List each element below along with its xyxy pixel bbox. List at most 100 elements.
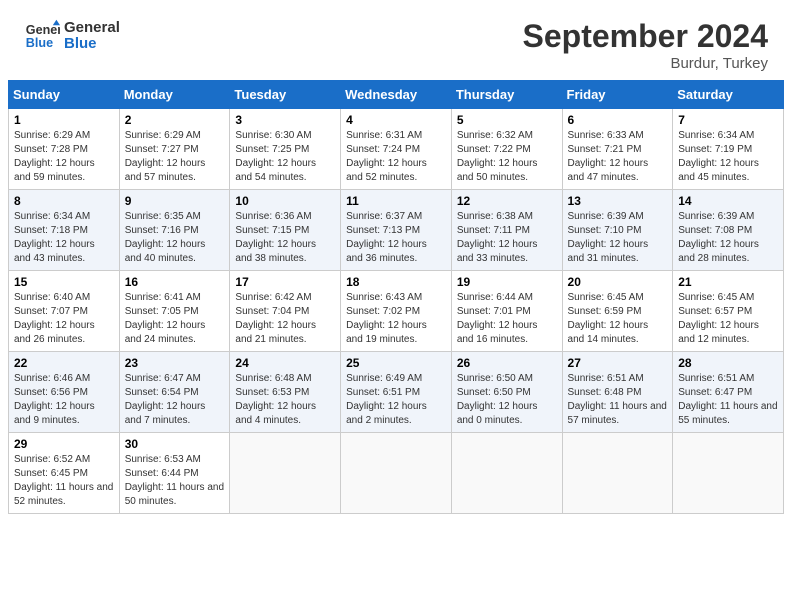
logo-blue: Blue — [64, 36, 120, 53]
day-number: 4 — [346, 113, 446, 127]
day-info: Sunrise: 6:47 AM Sunset: 6:54 PM Dayligh… — [125, 372, 225, 428]
col-sunday: Sunday — [9, 81, 120, 109]
day-info: Sunrise: 6:38 AM Sunset: 7:11 PM Dayligh… — [457, 210, 557, 266]
day-info: Sunrise: 6:36 AM Sunset: 7:15 PM Dayligh… — [235, 210, 335, 266]
col-saturday: Saturday — [673, 81, 784, 109]
day-info: Sunrise: 6:51 AM Sunset: 6:47 PM Dayligh… — [678, 372, 778, 428]
day-cell-2: 2 Sunrise: 6:29 AM Sunset: 7:27 PM Dayli… — [119, 109, 230, 190]
day-cell-21: 21 Sunrise: 6:45 AM Sunset: 6:57 PM Dayl… — [673, 271, 784, 352]
day-info: Sunrise: 6:42 AM Sunset: 7:04 PM Dayligh… — [235, 291, 335, 347]
day-number: 27 — [568, 356, 668, 370]
day-cell-13: 13 Sunrise: 6:39 AM Sunset: 7:10 PM Dayl… — [562, 190, 673, 271]
day-number: 28 — [678, 356, 778, 370]
logo-icon: General Blue — [24, 18, 60, 54]
day-number: 15 — [14, 275, 114, 289]
calendar-week-row: 22 Sunrise: 6:46 AM Sunset: 6:56 PM Dayl… — [9, 352, 784, 433]
day-info: Sunrise: 6:37 AM Sunset: 7:13 PM Dayligh… — [346, 210, 446, 266]
day-number: 17 — [235, 275, 335, 289]
day-info: Sunrise: 6:41 AM Sunset: 7:05 PM Dayligh… — [125, 291, 225, 347]
day-number: 16 — [125, 275, 225, 289]
calendar-week-row: 29 Sunrise: 6:52 AM Sunset: 6:45 PM Dayl… — [9, 433, 784, 514]
day-info: Sunrise: 6:51 AM Sunset: 6:48 PM Dayligh… — [568, 372, 668, 428]
day-number: 29 — [14, 437, 114, 451]
day-cell-5: 5 Sunrise: 6:32 AM Sunset: 7:22 PM Dayli… — [451, 109, 562, 190]
day-info: Sunrise: 6:52 AM Sunset: 6:45 PM Dayligh… — [14, 453, 114, 509]
col-wednesday: Wednesday — [341, 81, 452, 109]
day-number: 24 — [235, 356, 335, 370]
col-tuesday: Tuesday — [230, 81, 341, 109]
empty-cell — [562, 433, 673, 514]
day-info: Sunrise: 6:45 AM Sunset: 6:57 PM Dayligh… — [678, 291, 778, 347]
calendar-week-row: 15 Sunrise: 6:40 AM Sunset: 7:07 PM Dayl… — [9, 271, 784, 352]
day-number: 12 — [457, 194, 557, 208]
day-number: 9 — [125, 194, 225, 208]
day-info: Sunrise: 6:40 AM Sunset: 7:07 PM Dayligh… — [14, 291, 114, 347]
day-cell-27: 27 Sunrise: 6:51 AM Sunset: 6:48 PM Dayl… — [562, 352, 673, 433]
day-cell-22: 22 Sunrise: 6:46 AM Sunset: 6:56 PM Dayl… — [9, 352, 120, 433]
day-info: Sunrise: 6:39 AM Sunset: 7:08 PM Dayligh… — [678, 210, 778, 266]
day-cell-14: 14 Sunrise: 6:39 AM Sunset: 7:08 PM Dayl… — [673, 190, 784, 271]
day-number: 3 — [235, 113, 335, 127]
day-cell-6: 6 Sunrise: 6:33 AM Sunset: 7:21 PM Dayli… — [562, 109, 673, 190]
day-number: 5 — [457, 113, 557, 127]
calendar-header-row: Sunday Monday Tuesday Wednesday Thursday… — [9, 81, 784, 109]
day-info: Sunrise: 6:34 AM Sunset: 7:18 PM Dayligh… — [14, 210, 114, 266]
day-number: 18 — [346, 275, 446, 289]
day-number: 25 — [346, 356, 446, 370]
day-cell-11: 11 Sunrise: 6:37 AM Sunset: 7:13 PM Dayl… — [341, 190, 452, 271]
day-number: 19 — [457, 275, 557, 289]
day-cell-9: 9 Sunrise: 6:35 AM Sunset: 7:16 PM Dayli… — [119, 190, 230, 271]
empty-cell — [673, 433, 784, 514]
day-cell-28: 28 Sunrise: 6:51 AM Sunset: 6:47 PM Dayl… — [673, 352, 784, 433]
day-cell-15: 15 Sunrise: 6:40 AM Sunset: 7:07 PM Dayl… — [9, 271, 120, 352]
empty-cell — [451, 433, 562, 514]
day-number: 1 — [14, 113, 114, 127]
day-cell-30: 30 Sunrise: 6:53 AM Sunset: 6:44 PM Dayl… — [119, 433, 230, 514]
calendar-wrapper: Sunday Monday Tuesday Wednesday Thursday… — [0, 80, 792, 522]
day-cell-10: 10 Sunrise: 6:36 AM Sunset: 7:15 PM Dayl… — [230, 190, 341, 271]
day-info: Sunrise: 6:30 AM Sunset: 7:25 PM Dayligh… — [235, 129, 335, 185]
calendar: Sunday Monday Tuesday Wednesday Thursday… — [8, 80, 784, 514]
day-info: Sunrise: 6:46 AM Sunset: 6:56 PM Dayligh… — [14, 372, 114, 428]
day-cell-19: 19 Sunrise: 6:44 AM Sunset: 7:01 PM Dayl… — [451, 271, 562, 352]
day-info: Sunrise: 6:32 AM Sunset: 7:22 PM Dayligh… — [457, 129, 557, 185]
day-number: 20 — [568, 275, 668, 289]
day-cell-12: 12 Sunrise: 6:38 AM Sunset: 7:11 PM Dayl… — [451, 190, 562, 271]
month-year: September 2024 — [523, 18, 768, 55]
calendar-week-row: 1 Sunrise: 6:29 AM Sunset: 7:28 PM Dayli… — [9, 109, 784, 190]
day-cell-25: 25 Sunrise: 6:49 AM Sunset: 6:51 PM Dayl… — [341, 352, 452, 433]
logo: General Blue General Blue — [24, 18, 120, 54]
day-number: 30 — [125, 437, 225, 451]
day-cell-17: 17 Sunrise: 6:42 AM Sunset: 7:04 PM Dayl… — [230, 271, 341, 352]
empty-cell — [341, 433, 452, 514]
day-info: Sunrise: 6:48 AM Sunset: 6:53 PM Dayligh… — [235, 372, 335, 428]
day-cell-16: 16 Sunrise: 6:41 AM Sunset: 7:05 PM Dayl… — [119, 271, 230, 352]
day-number: 2 — [125, 113, 225, 127]
day-number: 10 — [235, 194, 335, 208]
title-block: September 2024 Burdur, Turkey — [523, 18, 768, 72]
day-cell-8: 8 Sunrise: 6:34 AM Sunset: 7:18 PM Dayli… — [9, 190, 120, 271]
day-number: 11 — [346, 194, 446, 208]
day-info: Sunrise: 6:31 AM Sunset: 7:24 PM Dayligh… — [346, 129, 446, 185]
day-info: Sunrise: 6:29 AM Sunset: 7:28 PM Dayligh… — [14, 129, 114, 185]
day-cell-23: 23 Sunrise: 6:47 AM Sunset: 6:54 PM Dayl… — [119, 352, 230, 433]
day-number: 6 — [568, 113, 668, 127]
day-info: Sunrise: 6:29 AM Sunset: 7:27 PM Dayligh… — [125, 129, 225, 185]
day-info: Sunrise: 6:33 AM Sunset: 7:21 PM Dayligh… — [568, 129, 668, 185]
day-info: Sunrise: 6:49 AM Sunset: 6:51 PM Dayligh… — [346, 372, 446, 428]
day-cell-29: 29 Sunrise: 6:52 AM Sunset: 6:45 PM Dayl… — [9, 433, 120, 514]
day-info: Sunrise: 6:53 AM Sunset: 6:44 PM Dayligh… — [125, 453, 225, 509]
day-info: Sunrise: 6:45 AM Sunset: 6:59 PM Dayligh… — [568, 291, 668, 347]
day-number: 22 — [14, 356, 114, 370]
day-info: Sunrise: 6:44 AM Sunset: 7:01 PM Dayligh… — [457, 291, 557, 347]
day-number: 8 — [14, 194, 114, 208]
day-info: Sunrise: 6:35 AM Sunset: 7:16 PM Dayligh… — [125, 210, 225, 266]
day-cell-18: 18 Sunrise: 6:43 AM Sunset: 7:02 PM Dayl… — [341, 271, 452, 352]
day-number: 26 — [457, 356, 557, 370]
calendar-week-row: 8 Sunrise: 6:34 AM Sunset: 7:18 PM Dayli… — [9, 190, 784, 271]
day-info: Sunrise: 6:50 AM Sunset: 6:50 PM Dayligh… — [457, 372, 557, 428]
day-number: 21 — [678, 275, 778, 289]
svg-text:Blue: Blue — [26, 36, 53, 50]
empty-cell — [230, 433, 341, 514]
day-number: 14 — [678, 194, 778, 208]
